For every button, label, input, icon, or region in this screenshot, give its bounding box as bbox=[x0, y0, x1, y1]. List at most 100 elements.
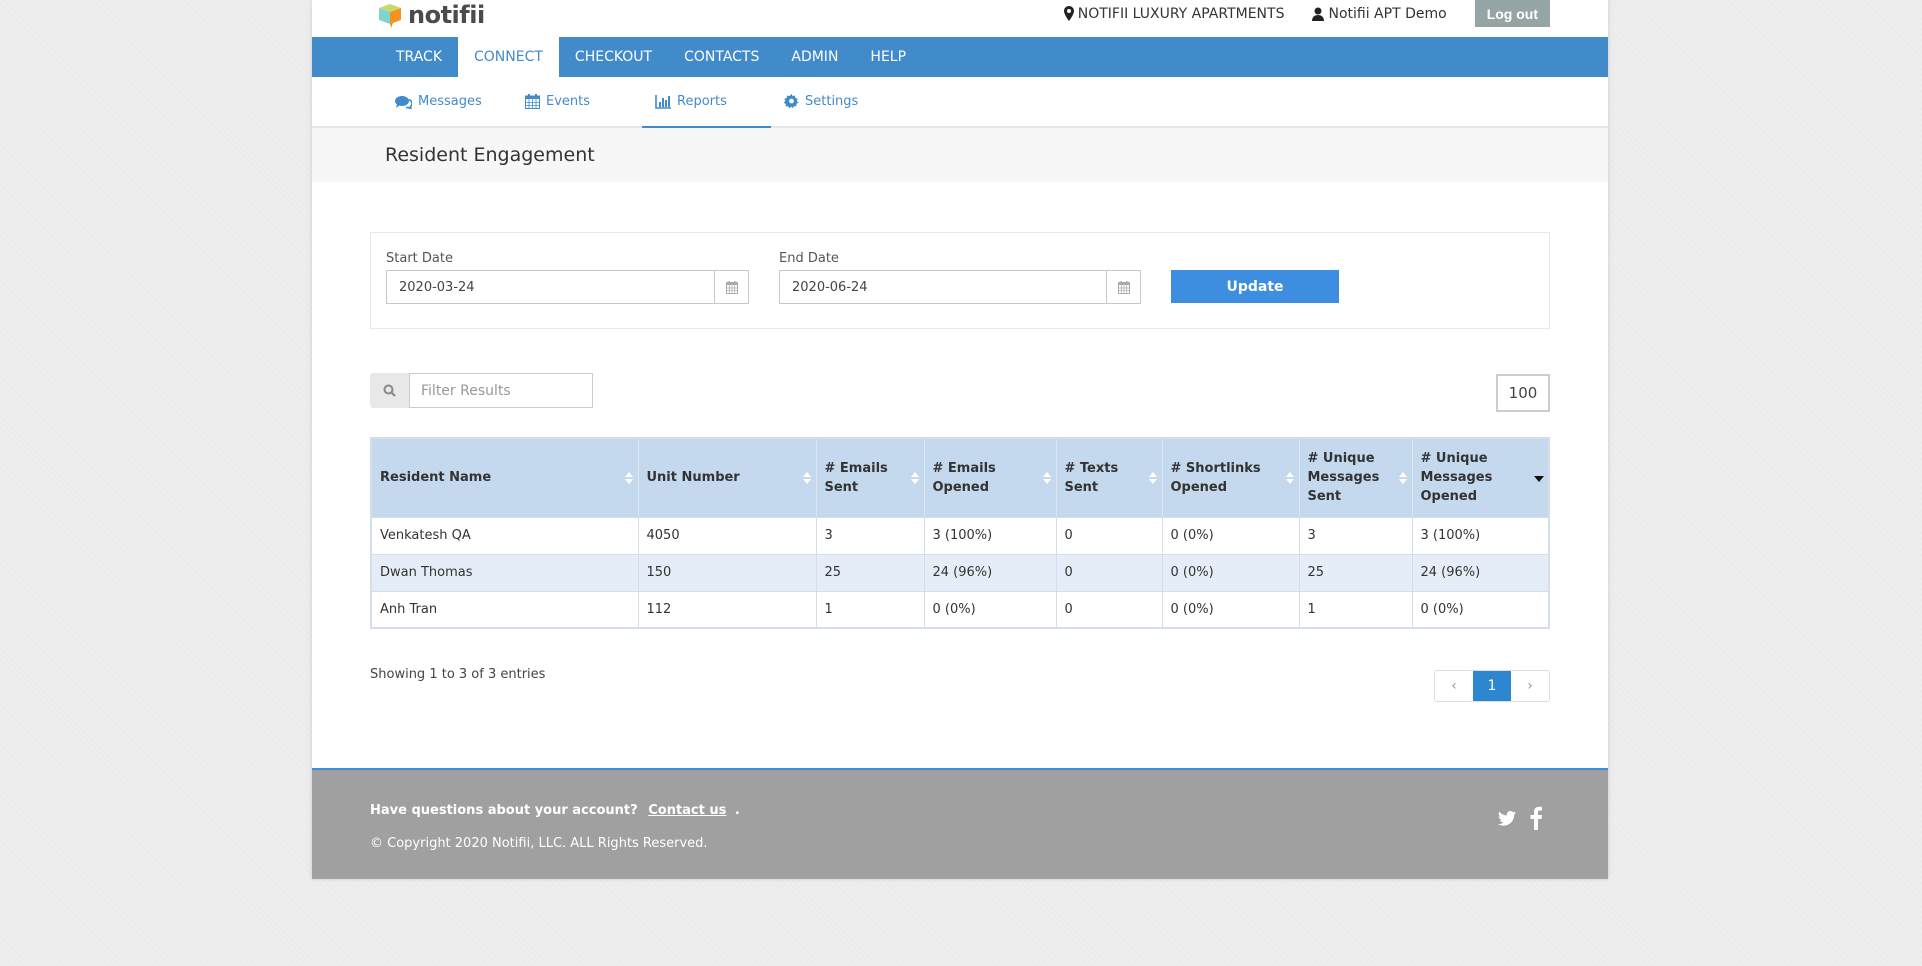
filter-results-input[interactable] bbox=[409, 373, 593, 408]
cell-resident-name: Dwan Thomas bbox=[370, 553, 639, 592]
page-container: notifii NOTIFII LUXURY APARTMENTS Notifi… bbox=[312, 0, 1608, 879]
logo-text: notifii bbox=[408, 1, 485, 29]
sub-nav: Messages Events Reports Settings bbox=[312, 77, 1608, 128]
column-header-unique-messages-opened[interactable]: # Unique Messages Opened bbox=[1412, 438, 1550, 517]
contact-us-link[interactable]: Contact us bbox=[648, 803, 726, 818]
start-date-group: Start Date bbox=[386, 251, 749, 304]
logout-button[interactable]: Log out bbox=[1474, 0, 1550, 27]
subnav-messages[interactable]: Messages bbox=[382, 77, 512, 126]
logo-cube-icon bbox=[379, 4, 401, 28]
main-nav: TRACK CONNECT CHECKOUT CONTACTS ADMIN HE… bbox=[312, 37, 1608, 77]
tab-connect[interactable]: CONNECT bbox=[458, 37, 559, 77]
end-date-group: End Date bbox=[779, 251, 1141, 304]
column-label: # Unique Messages Opened bbox=[1420, 451, 1493, 505]
cell-emails-sent: 25 bbox=[815, 553, 925, 592]
map-marker-icon bbox=[1063, 6, 1074, 21]
search-icon-addon bbox=[370, 373, 409, 408]
tab-contacts[interactable]: CONTACTS bbox=[668, 37, 775, 77]
cell-shortlinks-opened: 0 (0%) bbox=[1161, 553, 1300, 592]
page-title-bar: Resident Engagement bbox=[312, 128, 1608, 182]
search-icon bbox=[383, 384, 396, 397]
update-button[interactable]: Update bbox=[1171, 270, 1339, 303]
sort-both-icon bbox=[1042, 471, 1051, 484]
user-icon bbox=[1312, 7, 1325, 21]
cell-unique-messages-opened: 24 (96%) bbox=[1411, 553, 1550, 592]
engagement-table: Resident Name Unit Number # Emails Sent … bbox=[370, 437, 1550, 629]
subnav-reports[interactable]: Reports bbox=[642, 77, 771, 128]
column-header-unit-number[interactable]: Unit Number bbox=[638, 438, 817, 517]
column-label: # Unique Messages Sent bbox=[1307, 451, 1380, 505]
cell-emails-sent: 3 bbox=[815, 516, 925, 555]
cell-unique-messages-sent: 25 bbox=[1298, 553, 1413, 592]
cell-resident-name: Anh Tran bbox=[370, 590, 639, 629]
subnav-events[interactable]: Events bbox=[512, 77, 642, 126]
user-menu[interactable]: Notifii APT Demo bbox=[1312, 6, 1447, 22]
cell-unit-number: 4050 bbox=[637, 516, 817, 555]
tab-checkout[interactable]: CHECKOUT bbox=[559, 37, 668, 77]
subnav-reports-label: Reports bbox=[677, 94, 727, 109]
footer: Have questions about your account? Conta… bbox=[312, 768, 1608, 879]
start-date-calendar-button[interactable] bbox=[714, 271, 748, 303]
gear-icon bbox=[784, 94, 799, 109]
comments-icon bbox=[395, 95, 412, 109]
column-header-shortlinks-opened[interactable]: # Shortlinks Opened bbox=[1162, 438, 1300, 517]
cell-unique-messages-opened: 3 (100%) bbox=[1411, 516, 1550, 555]
page-title: Resident Engagement bbox=[385, 144, 595, 166]
column-header-emails-sent[interactable]: # Emails Sent bbox=[816, 438, 925, 517]
calendar-icon bbox=[525, 94, 540, 109]
bar-chart-icon bbox=[655, 94, 671, 109]
footer-question-text: Have questions about your account? bbox=[370, 803, 638, 818]
table-header-row: Resident Name Unit Number # Emails Sent … bbox=[371, 438, 1550, 517]
tab-help[interactable]: HELP bbox=[854, 37, 922, 77]
property-name: NOTIFII LUXURY APARTMENTS bbox=[1077, 5, 1285, 22]
page-length-select[interactable]: 100 bbox=[1496, 374, 1550, 412]
subnav-messages-label: Messages bbox=[418, 94, 482, 109]
sort-desc-icon bbox=[1534, 475, 1544, 482]
footer-period: . bbox=[734, 803, 740, 818]
date-range-panel: Start Date End Date Update bbox=[370, 232, 1550, 329]
column-label: Resident Name bbox=[380, 470, 492, 486]
cell-texts-sent: 0 bbox=[1055, 590, 1163, 629]
sort-both-icon bbox=[624, 471, 633, 484]
pagination-previous-button[interactable]: ‹ bbox=[1435, 671, 1473, 701]
table-info: Showing 1 to 3 of 3 entries bbox=[370, 667, 546, 682]
tab-admin[interactable]: ADMIN bbox=[775, 37, 854, 77]
cell-shortlinks-opened: 0 (0%) bbox=[1161, 516, 1300, 555]
start-date-input[interactable] bbox=[387, 271, 714, 303]
calendar-icon bbox=[725, 280, 738, 294]
column-header-unique-messages-sent[interactable]: # Unique Messages Sent bbox=[1299, 438, 1413, 517]
column-header-texts-sent[interactable]: # Texts Sent bbox=[1056, 438, 1163, 517]
filter-group bbox=[370, 373, 593, 408]
cell-unit-number: 112 bbox=[637, 590, 817, 629]
subnav-events-label: Events bbox=[546, 94, 591, 109]
end-date-calendar-button[interactable] bbox=[1106, 271, 1140, 303]
table-row: Dwan Thomas 150 25 24 (96%) 0 0 (0%) 25 … bbox=[370, 553, 1550, 592]
table-row: Venkatesh QA 4050 3 3 (100%) 0 0 (0%) 3 … bbox=[370, 516, 1550, 555]
pagination-page-1[interactable]: 1 bbox=[1473, 671, 1511, 701]
column-header-resident-name[interactable]: Resident Name bbox=[371, 438, 639, 517]
pagination-next-button[interactable]: › bbox=[1511, 671, 1549, 701]
facebook-icon[interactable] bbox=[1530, 806, 1542, 830]
end-date-input[interactable] bbox=[780, 271, 1106, 303]
social-links bbox=[1498, 806, 1542, 830]
calendar-icon bbox=[1117, 280, 1130, 294]
tab-track[interactable]: TRACK bbox=[380, 37, 458, 77]
column-label: # Emails Opened bbox=[932, 460, 996, 495]
twitter-icon[interactable] bbox=[1498, 810, 1516, 826]
cell-unique-messages-sent: 1 bbox=[1298, 590, 1413, 629]
column-header-emails-opened[interactable]: # Emails Opened bbox=[924, 438, 1057, 517]
logo[interactable]: notifii bbox=[376, 1, 485, 29]
cell-emails-opened: 3 (100%) bbox=[923, 516, 1057, 555]
subnav-settings[interactable]: Settings bbox=[771, 77, 871, 126]
property-selector[interactable]: NOTIFII LUXURY APARTMENTS bbox=[1063, 5, 1285, 22]
column-label: # Emails Sent bbox=[824, 460, 888, 495]
column-label: # Texts Sent bbox=[1064, 460, 1119, 495]
sort-both-icon bbox=[1398, 471, 1407, 484]
cell-emails-opened: 0 (0%) bbox=[923, 590, 1057, 629]
cell-emails-sent: 1 bbox=[815, 590, 925, 629]
sort-both-icon bbox=[910, 471, 919, 484]
top-bar: notifii NOTIFII LUXURY APARTMENTS Notifi… bbox=[312, 0, 1608, 37]
start-date-label: Start Date bbox=[386, 251, 453, 266]
cell-texts-sent: 0 bbox=[1055, 516, 1163, 555]
cell-texts-sent: 0 bbox=[1055, 553, 1163, 592]
